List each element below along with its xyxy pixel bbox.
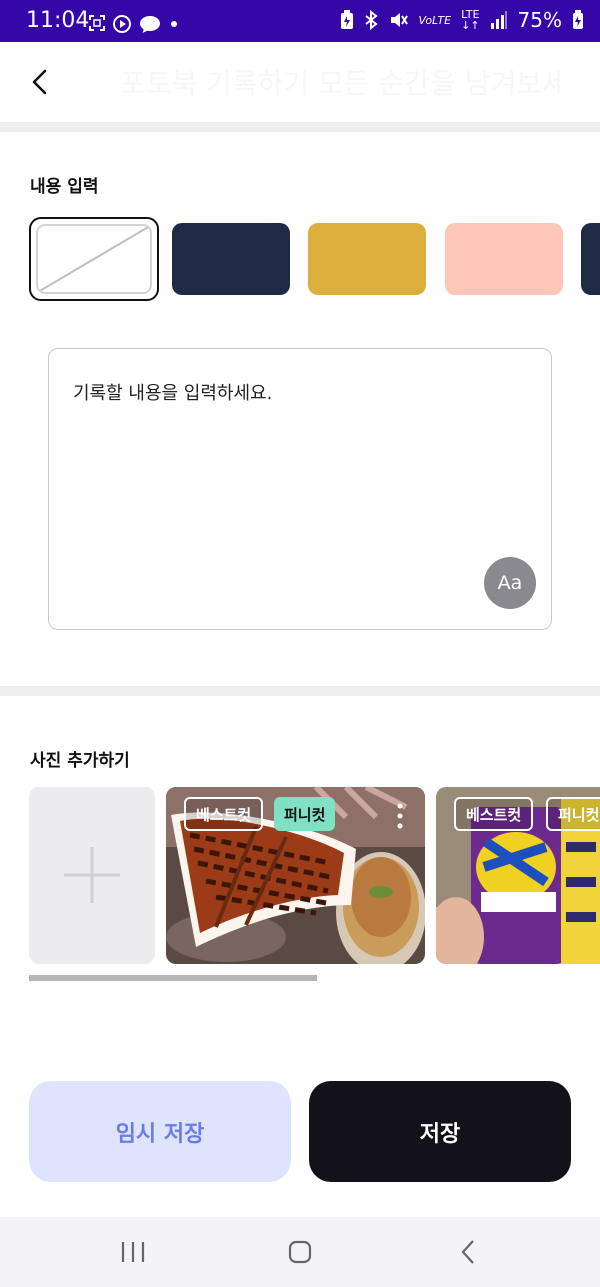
temp-save-button[interactable]: 임시 저장 [29, 1081, 291, 1182]
status-icons: VoLTE LTE ↓↑ 75% [340, 8, 584, 32]
no-color-slash-icon [38, 226, 150, 292]
content-section-label: 내용 입력 [30, 177, 99, 197]
plus-icon [64, 847, 120, 903]
app-header: 포토북 기록하기 모든 순간을 남겨보세요 [0, 42, 600, 122]
swatch-navy[interactable] [172, 223, 290, 295]
photo-section-label: 사진 추가하기 [30, 751, 130, 771]
swatch-none-inner [36, 224, 152, 294]
photo-scrollbar[interactable] [29, 975, 317, 981]
status-bar: 11:04 VoLTE LTE ↓↑ 75% [0, 0, 600, 42]
swatch-dark-navy[interactable] [581, 223, 600, 295]
back-icon[interactable] [449, 1237, 489, 1267]
home-icon[interactable] [280, 1237, 320, 1267]
mute-icon [391, 13, 409, 27]
section-divider [0, 122, 600, 132]
tag-funny-cut: 퍼니컷 [546, 797, 600, 831]
volte-label: VoLTE [418, 13, 452, 27]
message-icon [140, 16, 160, 33]
add-photo-button[interactable] [29, 787, 155, 964]
photo-item-food[interactable]: 베스트컷 퍼니컷 [166, 787, 425, 964]
save-button[interactable]: 저장 [309, 1081, 571, 1182]
battery-saver-icon [341, 10, 354, 29]
status-time: 11:04 [26, 8, 90, 33]
screenshot-icon [89, 15, 105, 31]
media-icon [113, 15, 131, 33]
swatch-mustard[interactable] [308, 223, 426, 295]
bluetooth-icon [365, 10, 379, 30]
dot-icon [171, 21, 177, 27]
tag-funny-cut: 퍼니컷 [274, 797, 336, 831]
tag-best-cut: 베스트컷 [184, 797, 264, 831]
recents-icon[interactable] [113, 1237, 153, 1267]
battery-icon [573, 10, 583, 29]
system-nav-bar [0, 1217, 600, 1287]
font-style-button[interactable]: Aa [484, 557, 536, 609]
content-placeholder: 기록할 내용을 입력하세요. [73, 383, 273, 404]
lte-label: LTE ↓↑ [461, 8, 480, 32]
tag-best-cut: 베스트컷 [454, 797, 534, 831]
chevron-left-icon[interactable] [22, 64, 58, 100]
content-textarea[interactable]: 기록할 내용을 입력하세요. Aa [48, 348, 552, 630]
swatch-none[interactable] [29, 217, 159, 301]
page-title: 포토북 기록하기 모든 순간을 남겨보세요 [120, 67, 560, 100]
signal-icon [490, 11, 507, 29]
section-divider-2 [0, 686, 600, 696]
photo-item-drinks[interactable]: 베스트컷 퍼니컷 [436, 787, 600, 964]
battery-percent: 75% [517, 8, 562, 32]
more-vertical-icon[interactable] [395, 801, 405, 831]
swatch-peach[interactable] [445, 223, 563, 295]
